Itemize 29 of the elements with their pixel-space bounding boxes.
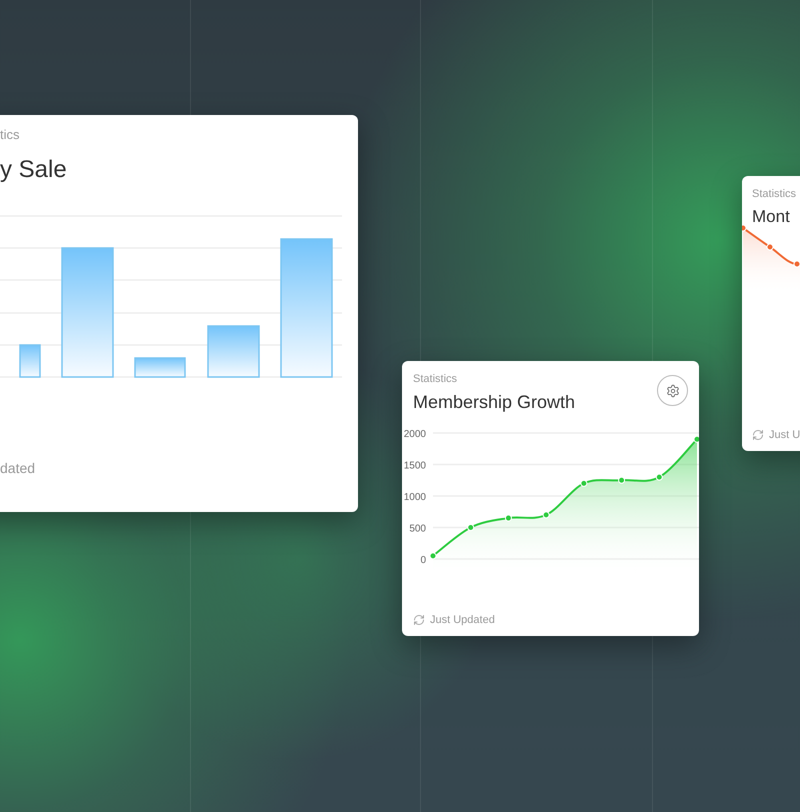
bar [134,357,186,378]
data-point [618,476,626,484]
card-title: Mont [752,207,791,227]
status-text: dated [0,460,36,476]
data-point [467,524,474,531]
bar [19,344,41,378]
settings-button[interactable] [657,375,688,406]
data-point [430,552,436,560]
refresh-icon [752,429,764,441]
card-eyebrow: Statistics [752,188,798,200]
axis-label: 1000 [404,492,426,503]
card-title: Membership Growth [413,392,576,413]
status-text: Just U [769,429,800,441]
axis-label: 0 [420,555,426,566]
axis-label: 500 [409,524,426,534]
axis-label: 2000 [404,429,426,440]
card-eyebrow: tics [0,127,20,142]
data-point [580,480,588,487]
data-point [542,511,550,518]
axis-label: 1500 [404,460,426,472]
settings-icon [666,384,680,398]
card-title: y Sale [0,156,68,184]
bar [207,325,260,378]
data-point [504,514,512,522]
card-eyebrow: Statistics [413,373,458,385]
status-text: Just Updated [430,614,495,626]
data-point [656,474,663,481]
refresh-icon [413,614,425,626]
data-point [766,244,774,250]
